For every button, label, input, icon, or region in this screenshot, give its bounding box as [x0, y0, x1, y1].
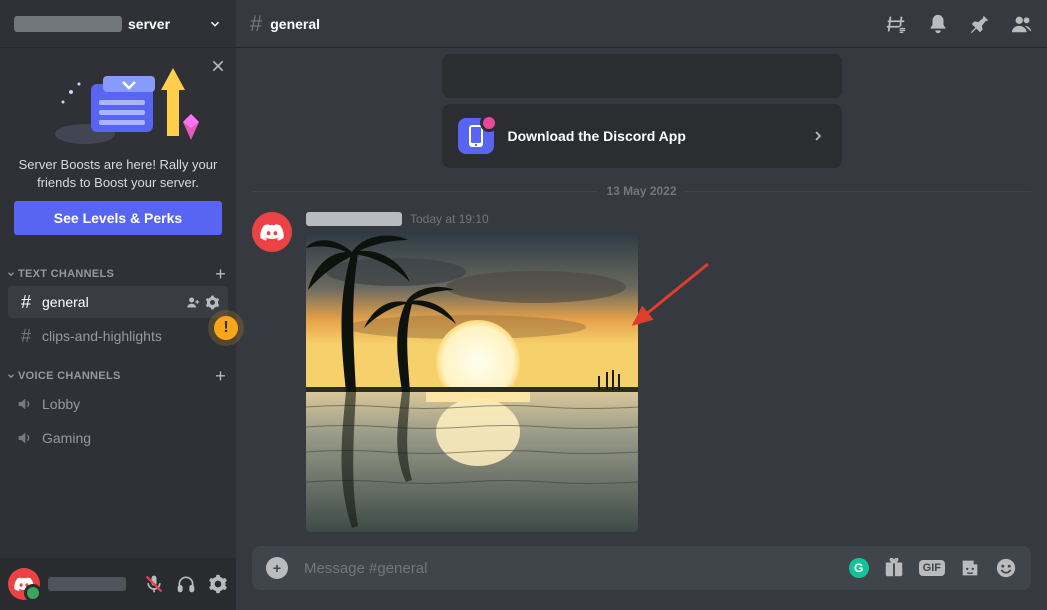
channel-label: general	[42, 294, 180, 310]
pinned-messages-icon[interactable]	[969, 13, 991, 35]
boost-illustration	[14, 62, 222, 148]
server-sidebar: server	[0, 0, 236, 610]
channel-clips-and-highlights[interactable]: # clips-and-highlights	[8, 320, 228, 352]
caret-down-icon	[6, 371, 16, 381]
gift-icon[interactable]	[883, 557, 905, 579]
main-area: # general Download the Discord App	[236, 0, 1047, 610]
date-divider: 13 May 2022	[252, 184, 1031, 198]
mute-mic-icon[interactable]	[144, 574, 164, 594]
gear-icon[interactable]	[205, 295, 220, 310]
close-icon[interactable]	[210, 58, 226, 74]
threads-icon[interactable]	[885, 13, 907, 35]
server-name-suffix: server	[128, 16, 170, 32]
attach-plus-icon[interactable]: +	[266, 557, 288, 579]
hash-icon: #	[16, 326, 36, 347]
channel-label: Gaming	[42, 430, 220, 446]
text-channels-header[interactable]: TEXT CHANNELS +	[0, 251, 236, 285]
member-list-icon[interactable]	[1011, 13, 1033, 35]
message-author-redacted[interactable]	[306, 212, 402, 226]
boost-promo-card: Server Boosts are here! Rally your frien…	[0, 48, 236, 251]
hash-icon: #	[16, 292, 36, 313]
channel-header: # general	[236, 0, 1047, 48]
hash-icon: #	[250, 11, 262, 37]
warning-badge[interactable]: !	[214, 316, 238, 340]
message-attachment-image[interactable]	[306, 232, 638, 532]
user-panel	[0, 558, 236, 610]
chevron-down-icon	[208, 17, 222, 31]
boost-text: Server Boosts are here! Rally your frien…	[14, 156, 222, 191]
date-divider-label: 13 May 2022	[606, 184, 676, 198]
voice-channel-gaming[interactable]: Gaming	[8, 422, 228, 454]
voice-channel-lobby[interactable]: Lobby	[8, 388, 228, 420]
messages-area: Download the Discord App 13 May 2022 Tod…	[236, 48, 1047, 546]
channel-label: clips-and-highlights	[42, 328, 220, 344]
message-timestamp: Today at 19:10	[410, 212, 489, 226]
notifications-bell-icon[interactable]	[927, 13, 949, 35]
caret-down-icon	[6, 269, 16, 279]
welcome-card-partial[interactable]	[442, 54, 842, 98]
channel-general[interactable]: # general	[8, 286, 228, 318]
message-avatar[interactable]	[252, 212, 292, 252]
download-app-label: Download the Discord App	[508, 128, 796, 144]
emoji-icon[interactable]	[995, 557, 1017, 579]
channel-label: Lobby	[42, 396, 220, 412]
add-channel-icon[interactable]: +	[215, 265, 226, 283]
voice-channels-label: VOICE CHANNELS	[18, 370, 121, 382]
grammarly-icon[interactable]: G	[849, 558, 869, 578]
speaker-icon	[16, 430, 36, 446]
speaker-icon	[16, 396, 36, 412]
message: Today at 19:10	[252, 204, 1031, 532]
user-avatar[interactable]	[8, 568, 40, 600]
mobile-phone-icon	[458, 118, 494, 154]
download-app-card[interactable]: Download the Discord App	[442, 104, 842, 168]
boost-levels-button[interactable]: See Levels & Perks	[14, 201, 222, 235]
settings-gear-icon[interactable]	[208, 574, 228, 594]
server-name-redacted	[14, 16, 122, 32]
voice-channels-header[interactable]: VOICE CHANNELS +	[0, 353, 236, 387]
chevron-right-icon	[810, 128, 826, 144]
message-input[interactable]	[302, 559, 835, 578]
gif-icon[interactable]: GIF	[919, 560, 945, 576]
user-name[interactable]	[48, 577, 136, 591]
text-channels-label: TEXT CHANNELS	[18, 268, 114, 280]
server-header[interactable]: server	[0, 0, 236, 48]
sticker-icon[interactable]	[959, 557, 981, 579]
channel-title: general	[270, 16, 320, 32]
message-composer: + G GIF	[252, 546, 1031, 590]
add-channel-icon[interactable]: +	[215, 367, 226, 385]
headphones-icon[interactable]	[176, 574, 196, 594]
invite-icon[interactable]	[186, 295, 201, 310]
